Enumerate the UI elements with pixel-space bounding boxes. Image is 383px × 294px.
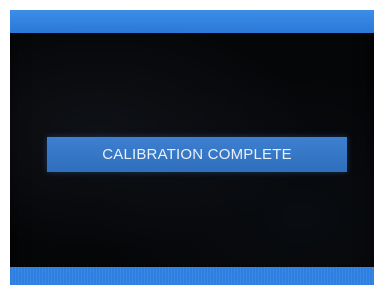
top-status-bar bbox=[10, 10, 374, 33]
device-display-frame: CALIBRATION COMPLETE bbox=[0, 0, 383, 294]
display-screen: CALIBRATION COMPLETE bbox=[10, 10, 374, 285]
bottom-status-bar bbox=[10, 267, 374, 285]
calibration-status-message: CALIBRATION COMPLETE bbox=[102, 146, 292, 163]
calibration-status-banner: CALIBRATION COMPLETE bbox=[47, 137, 347, 172]
